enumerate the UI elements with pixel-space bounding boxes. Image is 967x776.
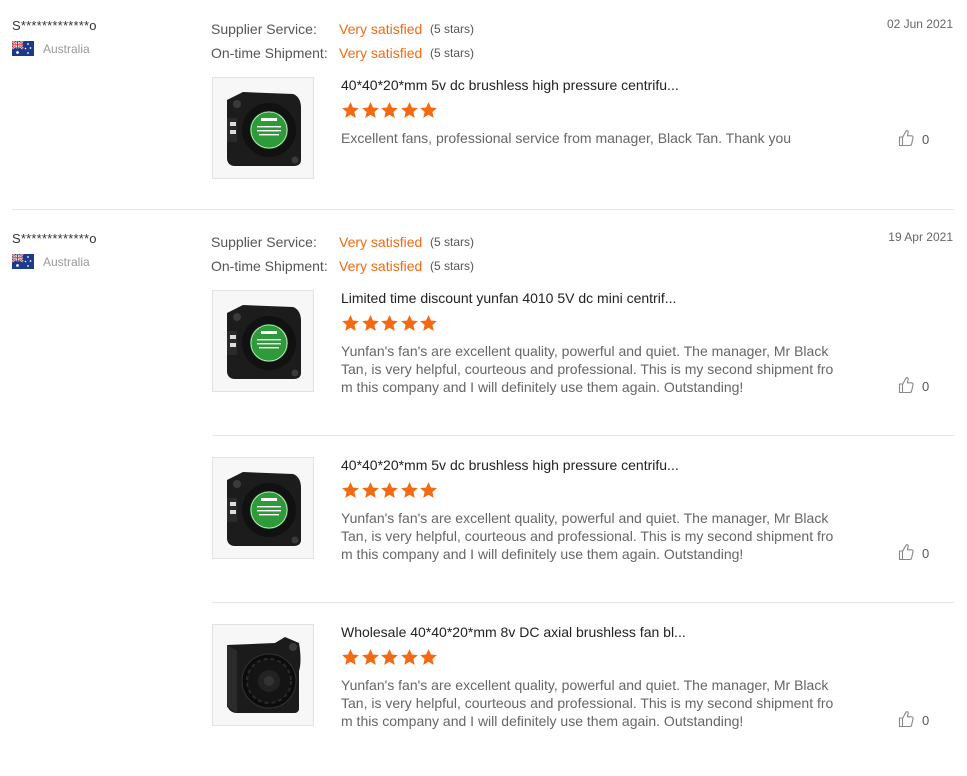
ontime-shipment-label: On-time Shipment:	[211, 45, 328, 61]
ontime-shipment-row: On-time Shipment: Very satisfied (5 star…	[211, 41, 474, 65]
like-button[interactable]: 0	[898, 710, 929, 731]
star-icon	[400, 649, 418, 665]
review-card: S*************o Australia Supplier Servi…	[0, 213, 967, 776]
star-icon	[400, 482, 418, 498]
star-icon	[381, 315, 398, 331]
rating-summary: Supplier Service: Very satisfied (5 star…	[211, 17, 474, 65]
buyer-country-name: Australia	[43, 254, 90, 269]
star-icon	[381, 102, 398, 118]
supplier-service-label: Supplier Service:	[211, 21, 317, 37]
star-icon	[400, 315, 418, 331]
star-icon	[361, 102, 379, 118]
product-title-link[interactable]: Limited time discount yunfan 4010 5V dc …	[341, 290, 676, 306]
product-title-link[interactable]: Wholesale 40*40*20*mm 8v DC axial brushl…	[341, 624, 686, 640]
thumbs-up-icon	[898, 710, 922, 731]
supplier-service-stars: (5 stars)	[430, 235, 475, 249]
product-title-link[interactable]: 40*40*20*mm 5v dc brushless high pressur…	[341, 77, 679, 93]
review-date: 02 Jun 2021	[886, 17, 953, 31]
review-comment: Yunfan's fan's are excellent quality, po…	[341, 677, 834, 729]
buyer-country-name: Australia	[43, 41, 90, 56]
thumbs-up-icon	[898, 129, 922, 150]
ontime-shipment-value: Very satisfied	[339, 45, 423, 61]
star-icon	[361, 482, 379, 498]
product-divider	[212, 435, 954, 436]
ontime-shipment-row: On-time Shipment: Very satisfied (5 star…	[211, 254, 474, 278]
like-button[interactable]: 0	[898, 376, 929, 397]
ontime-shipment-label: On-time Shipment:	[211, 258, 328, 274]
buyer-country: Australia	[11, 253, 97, 269]
australia-flag-icon	[11, 40, 34, 56]
review-divider	[12, 209, 954, 210]
star-icon	[342, 482, 359, 498]
star-icon	[420, 649, 437, 665]
thumbs-up-icon	[898, 543, 922, 564]
supplier-service-label: Supplier Service:	[211, 234, 317, 250]
star-icon	[342, 102, 359, 118]
buyer-info: S*************o Australia	[11, 231, 97, 269]
like-count: 0	[922, 132, 930, 147]
buyer-name: S*************o	[12, 231, 97, 246]
ontime-shipment-stars: (5 stars)	[430, 259, 475, 273]
product-divider	[212, 602, 954, 603]
star-icon	[342, 649, 359, 665]
like-count: 0	[922, 379, 930, 394]
star-icon	[400, 102, 418, 118]
star-icon	[420, 482, 437, 498]
blower-fan-product-image[interactable]	[212, 457, 314, 559]
australia-flag-icon	[11, 253, 34, 269]
product-star-rating	[341, 648, 439, 667]
star-icon	[361, 649, 379, 665]
supplier-service-row: Supplier Service: Very satisfied (5 star…	[211, 17, 474, 41]
axial-blower-fan-product-image[interactable]	[212, 624, 314, 726]
review-card: S*************o Australia Supplier Servi…	[0, 0, 967, 210]
review-comment: Yunfan's fan's are excellent quality, po…	[341, 510, 834, 562]
supplier-service-value: Very satisfied	[339, 21, 423, 37]
supplier-service-row: Supplier Service: Very satisfied (5 star…	[211, 230, 474, 254]
star-icon	[361, 315, 379, 331]
buyer-name: S*************o	[12, 18, 97, 33]
product-review: Wholesale 40*40*20*mm 8v DC axial brushl…	[212, 624, 954, 729]
buyer-info: S*************o Australia	[11, 18, 97, 56]
like-button[interactable]: 0	[898, 129, 929, 150]
product-star-rating	[341, 101, 439, 120]
thumbs-up-icon	[898, 376, 922, 397]
product-star-rating	[341, 481, 439, 500]
product-star-rating	[341, 314, 439, 333]
star-icon	[420, 102, 437, 118]
supplier-service-value: Very satisfied	[339, 234, 423, 250]
review-date: 19 Apr 2021	[888, 230, 953, 244]
blower-fan-product-image[interactable]	[212, 77, 314, 179]
ontime-shipment-value: Very satisfied	[339, 258, 423, 274]
blower-fan-product-image[interactable]	[212, 290, 314, 392]
ontime-shipment-stars: (5 stars)	[430, 46, 475, 60]
star-icon	[420, 315, 437, 331]
product-review: 40*40*20*mm 5v dc brushless high pressur…	[212, 77, 954, 179]
review-comment: Yunfan's fan's are excellent quality, po…	[341, 343, 834, 395]
review-comment: Excellent fans, professional service fro…	[341, 130, 792, 146]
rating-summary: Supplier Service: Very satisfied (5 star…	[211, 230, 474, 278]
like-button[interactable]: 0	[898, 543, 929, 564]
star-icon	[381, 482, 398, 498]
star-icon	[342, 315, 359, 331]
product-title-link[interactable]: 40*40*20*mm 5v dc brushless high pressur…	[341, 457, 679, 473]
supplier-service-stars: (5 stars)	[430, 22, 475, 36]
product-review: 40*40*20*mm 5v dc brushless high pressur…	[212, 457, 954, 562]
like-count: 0	[922, 546, 930, 561]
buyer-country: Australia	[11, 40, 97, 56]
like-count: 0	[922, 713, 930, 728]
star-icon	[381, 649, 398, 665]
product-review: Limited time discount yunfan 4010 5V dc …	[212, 290, 954, 395]
